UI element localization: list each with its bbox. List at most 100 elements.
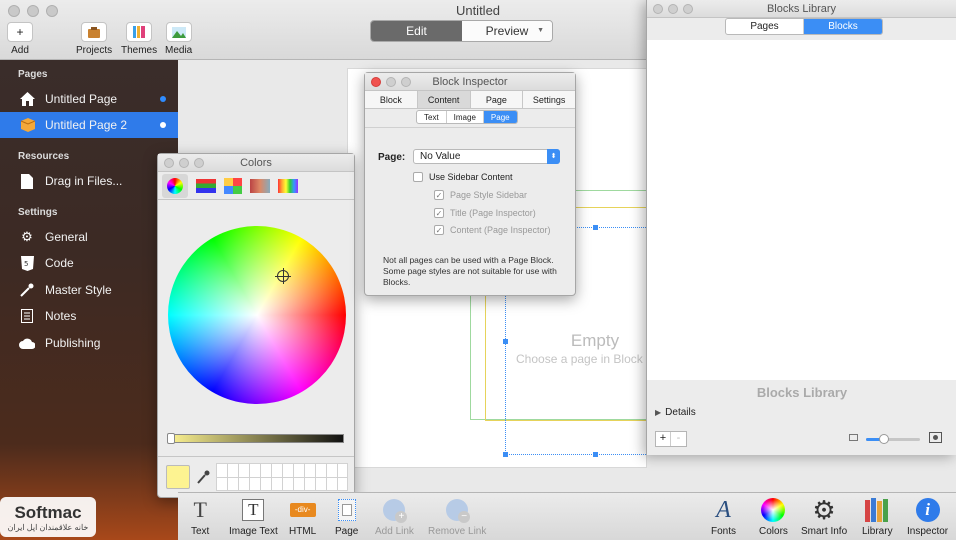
sidebar-item-untitled-page[interactable]: Untitled Page [0, 86, 178, 112]
color-wheel-mode-button[interactable] [162, 173, 188, 198]
sidebar-item-drag-in-files[interactable]: Drag in Files... [0, 168, 178, 194]
blocks-library-titlebar: Blocks Library [647, 0, 956, 18]
tab-blocks[interactable]: Blocks [804, 19, 882, 34]
thumbnail-size-slider[interactable] [866, 434, 920, 444]
smart-info-button[interactable]: ⚙ Smart Info [801, 494, 847, 538]
remove-link-label: Remove Link [428, 526, 487, 537]
divider [365, 127, 575, 128]
gear-icon: ⚙ [812, 494, 836, 525]
image-palettes-mode-button[interactable] [250, 178, 270, 193]
library-button[interactable]: Library [862, 497, 893, 537]
subtab-text[interactable]: Text [417, 111, 447, 123]
block-inspector-title: Block Inspector [432, 75, 508, 88]
minimize-panel-button[interactable] [179, 158, 189, 168]
current-color-well[interactable] [166, 465, 190, 489]
details-disclosure[interactable]: ▶ Details [655, 407, 696, 418]
use-sidebar-content-checkbox[interactable]: Use Sidebar Content [413, 172, 513, 182]
page-select[interactable]: No Value ⬍ [413, 149, 560, 164]
subtab-image[interactable]: Image [447, 111, 484, 123]
brightness-knob[interactable] [167, 433, 175, 444]
slider-knob[interactable] [879, 434, 889, 444]
blocks-list-area[interactable] [647, 40, 956, 380]
checkmark-icon: ✓ [434, 190, 444, 200]
resize-handle[interactable] [593, 225, 598, 230]
zoom-window-button[interactable] [46, 5, 58, 17]
pencils-mode-button[interactable] [278, 178, 298, 193]
preview-mode-button[interactable]: Preview ▼ [462, 21, 552, 41]
brightness-slider[interactable] [167, 433, 344, 444]
sliders-mode-button[interactable] [196, 178, 216, 193]
media-icon [165, 22, 192, 42]
blocks-library-tabs: Pages Blocks [725, 18, 883, 35]
close-panel-button[interactable] [164, 158, 174, 168]
subtab-page[interactable]: Page [483, 111, 517, 123]
close-panel-button[interactable] [371, 77, 381, 87]
tab-content[interactable]: Content [417, 91, 471, 108]
add-block-button[interactable]: + [656, 432, 671, 446]
palettes-mode-button[interactable] [224, 177, 242, 194]
page-style-sidebar-checkbox[interactable]: ✓ Page Style Sidebar [434, 190, 527, 200]
sidebar-item-untitled-page-2[interactable]: Untitled Page 2 [0, 112, 178, 138]
insert-page-button[interactable]: Page [335, 497, 358, 537]
page-box-icon [18, 117, 36, 133]
sidebar-item-label: Master Style [45, 283, 112, 297]
resize-handle[interactable] [593, 452, 598, 457]
fonts-icon: A [716, 496, 731, 523]
insert-page-label: Page [335, 526, 359, 537]
inspector-label: Inspector [907, 526, 949, 537]
fonts-button[interactable]: A Fonts [711, 496, 736, 538]
sidebar-item-master-style[interactable]: Master Style [0, 277, 178, 303]
code-icon: 5 [18, 255, 36, 271]
media-button[interactable]: Media [165, 22, 192, 56]
colors-button[interactable]: Colors [759, 497, 788, 537]
minimize-panel-button[interactable] [386, 77, 396, 87]
sidebar-item-notes[interactable]: Notes [0, 303, 178, 329]
minimize-panel-button[interactable] [668, 4, 678, 14]
remove-block-button[interactable]: - [671, 432, 686, 446]
edit-mode-button[interactable]: Edit [371, 21, 462, 41]
tab-page[interactable]: Page [470, 91, 524, 108]
themes-label: Themes [121, 45, 158, 56]
add-link-button[interactable]: + Add Link [375, 497, 414, 537]
themes-icon [126, 22, 153, 42]
color-swatch-grid[interactable] [216, 463, 348, 491]
watermark-tagline: خانه علاقمندان اپل ایران [7, 522, 89, 532]
panel-window-controls [371, 77, 411, 87]
tab-settings[interactable]: Settings [523, 91, 575, 108]
tab-pages[interactable]: Pages [726, 19, 804, 34]
color-wheel-cursor[interactable] [275, 268, 291, 284]
zoom-panel-button[interactable] [401, 77, 411, 87]
sidebar-item-code[interactable]: 5 Code [0, 250, 178, 276]
blocks-library-title: Blocks Library [766, 2, 837, 15]
close-panel-button[interactable] [653, 4, 663, 14]
insert-html-button[interactable]: -div- HTML [289, 497, 316, 537]
themes-button[interactable]: Themes [121, 22, 157, 56]
color-picker-modes [158, 172, 354, 200]
eyedropper-icon[interactable] [196, 469, 210, 485]
color-wheel[interactable] [168, 226, 346, 404]
colors-title: Colors [240, 156, 272, 169]
inspector-tabs: Block Content Page Settings [365, 91, 575, 109]
sidebar: Pages Untitled Page Untitled Page 2 Reso… [0, 60, 178, 540]
content-page-inspector-checkbox[interactable]: ✓ Content (Page Inspector) [434, 225, 551, 235]
softmac-watermark: Softmac خانه علاقمندان اپل ایران [0, 497, 96, 537]
sidebar-item-publishing[interactable]: Publishing [0, 330, 178, 356]
sidebar-item-general[interactable]: ⚙ General [0, 224, 178, 250]
tab-block[interactable]: Block [365, 91, 418, 108]
add-button[interactable]: + Add [7, 22, 33, 56]
inspector-button[interactable]: i Inspector [907, 497, 948, 537]
insert-text-button[interactable]: T Text [191, 497, 209, 537]
mode-segmented-control: Edit Preview ▼ [370, 20, 553, 42]
disclosure-triangle-icon: ▶ [655, 408, 662, 417]
close-window-button[interactable] [8, 5, 20, 17]
remove-link-button[interactable]: − Remove Link [428, 497, 486, 537]
projects-label: Projects [76, 45, 113, 56]
minimize-window-button[interactable] [27, 5, 39, 17]
zoom-panel-button[interactable] [194, 158, 204, 168]
projects-button[interactable]: Projects [76, 22, 112, 56]
checkbox-box [413, 172, 423, 182]
zoom-panel-button[interactable] [683, 4, 693, 14]
resize-handle[interactable] [503, 452, 508, 457]
insert-image-text-button[interactable]: T Image Text [229, 497, 278, 537]
title-page-inspector-checkbox[interactable]: ✓ Title (Page Inspector) [434, 208, 536, 218]
